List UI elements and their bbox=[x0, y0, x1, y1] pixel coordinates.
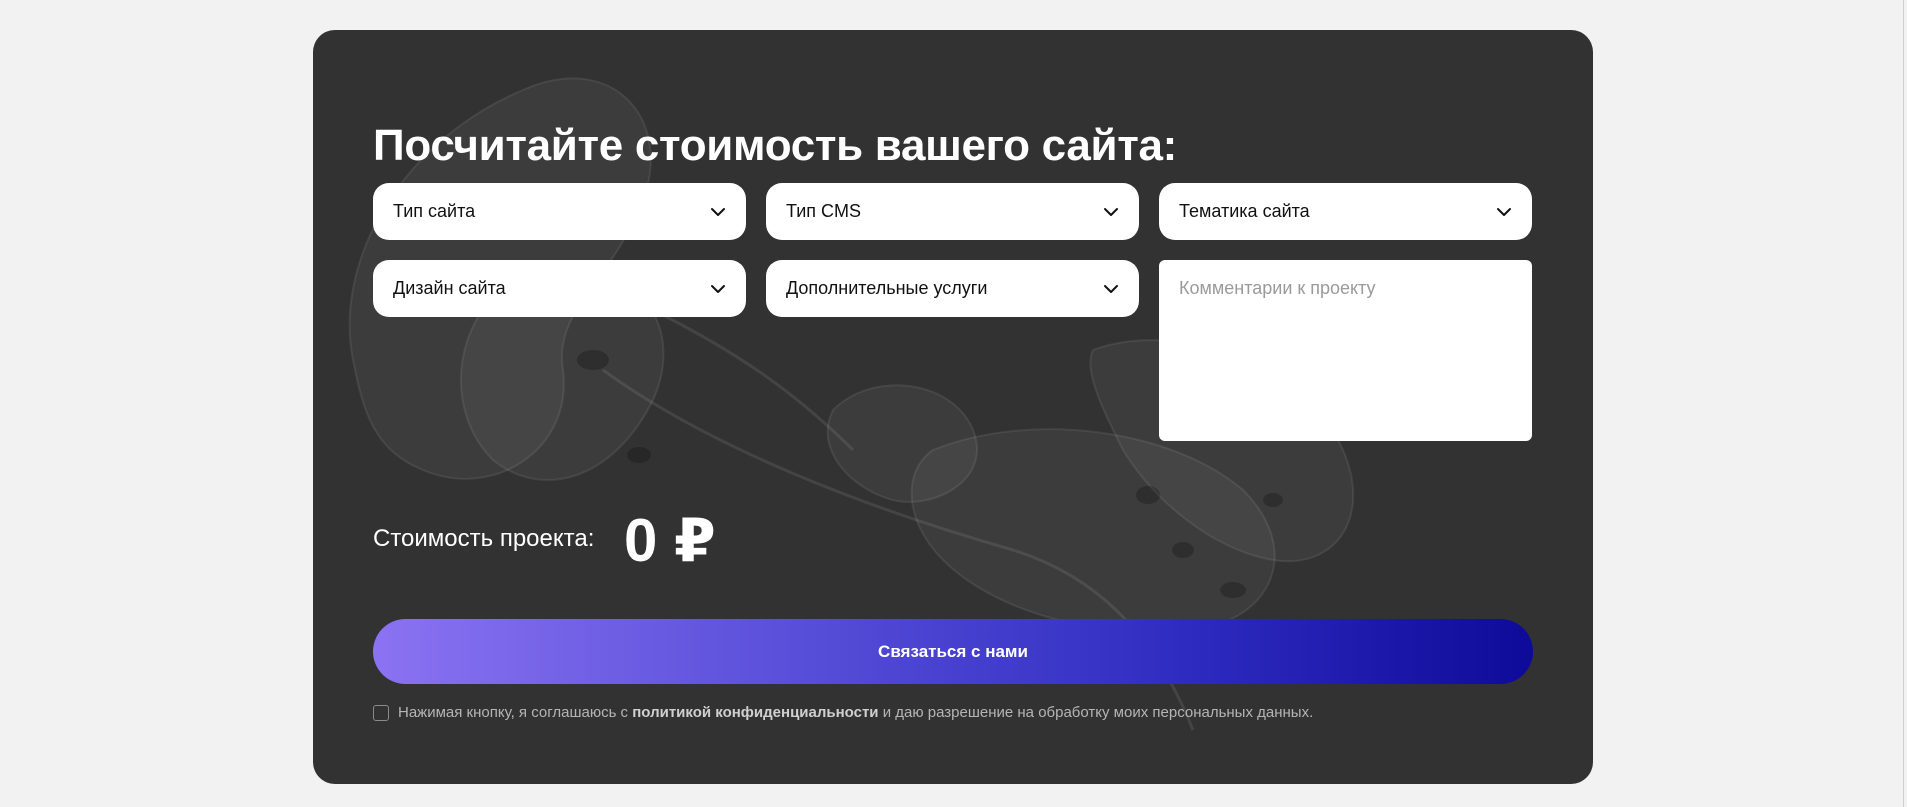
site-theme-select-label: Тематика сайта bbox=[1179, 201, 1310, 221]
site-type-select[interactable]: Тип сайта bbox=[373, 183, 746, 240]
site-design-select-label: Дизайн сайта bbox=[393, 278, 506, 298]
extra-services-select-label: Дополнительные услуги bbox=[786, 278, 988, 298]
site-type-select-label: Тип сайта bbox=[393, 201, 476, 221]
chevron-down-icon bbox=[1496, 207, 1512, 217]
extra-services-select[interactable]: Дополнительные услуги bbox=[766, 260, 1139, 317]
calculator-card: Посчитайте стоимость вашего сайта: Тип с… bbox=[313, 30, 1593, 784]
consent-checkbox[interactable] bbox=[373, 704, 389, 721]
page-scrollbar[interactable] bbox=[1903, 0, 1904, 807]
chevron-down-icon bbox=[710, 284, 726, 294]
project-cost-value: 0 ₽ bbox=[624, 507, 716, 574]
consent-text-after: и даю разрешение на обработку моих персо… bbox=[878, 704, 1314, 721]
consent-row: Нажимая кнопку, я соглашаюсь с политикой… bbox=[373, 704, 1313, 721]
cms-type-select-label: Тип CMS bbox=[786, 201, 862, 221]
project-comment-field[interactable] bbox=[1159, 260, 1532, 441]
project-cost-label: Стоимость проекта: bbox=[373, 525, 595, 552]
site-theme-select[interactable]: Тематика сайта bbox=[1159, 183, 1532, 240]
consent-text-before: Нажимая кнопку, я соглашаюсь с bbox=[398, 704, 633, 721]
consent-text: Нажимая кнопку, я соглашаюсь с политикой… bbox=[398, 704, 1313, 721]
chevron-down-icon bbox=[710, 207, 726, 217]
privacy-policy-link[interactable]: политикой конфиденциальности bbox=[632, 704, 878, 721]
page-title: Посчитайте стоимость вашего сайта: bbox=[373, 121, 1178, 170]
site-design-select[interactable]: Дизайн сайта bbox=[373, 260, 746, 317]
chevron-down-icon bbox=[1103, 207, 1119, 217]
chevron-down-icon bbox=[1103, 284, 1119, 294]
cms-type-select[interactable]: Тип CMS bbox=[766, 183, 1139, 240]
contact-us-button[interactable]: Связаться с нами bbox=[373, 619, 1533, 684]
